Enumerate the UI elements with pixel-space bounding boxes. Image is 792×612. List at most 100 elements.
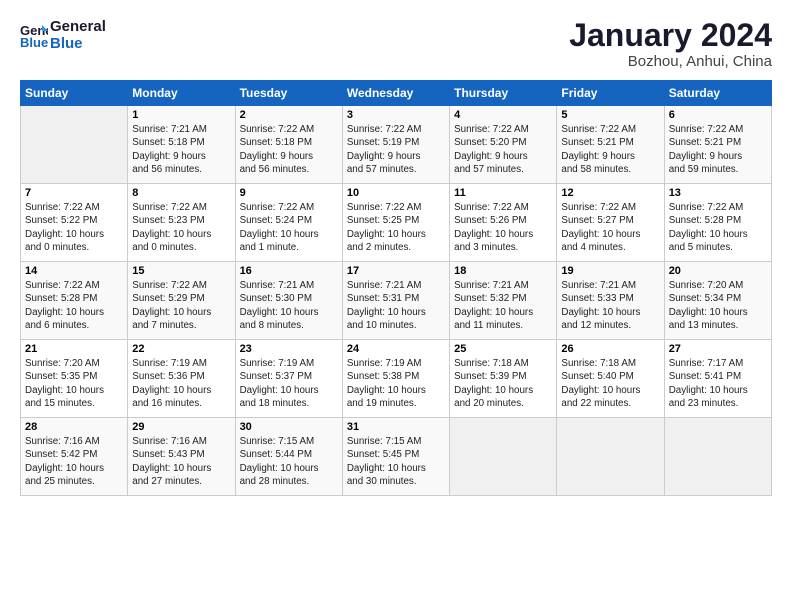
subtitle: Bozhou, Anhui, China	[569, 53, 772, 70]
calendar-cell: 7 Sunrise: 7:22 AMSunset: 5:22 PMDaylight…	[21, 184, 128, 262]
calendar-cell: 2 Sunrise: 7:22 AMSunset: 5:18 PMDaylight…	[235, 106, 342, 184]
calendar-cell	[664, 418, 771, 496]
weekday-header-tuesday: Tuesday	[235, 81, 342, 106]
calendar-cell: 31 Sunrise: 7:15 AMSunset: 5:45 PMDayligh…	[342, 418, 449, 496]
day-number: 13	[669, 187, 767, 199]
calendar-week-row: 28 Sunrise: 7:16 AMSunset: 5:42 PMDayligh…	[21, 418, 772, 496]
logo-line1: General	[50, 18, 106, 35]
day-info: Sunrise: 7:22 AMSunset: 5:22 PMDaylight:…	[25, 201, 123, 254]
day-number: 2	[240, 109, 338, 121]
day-number: 3	[347, 109, 445, 121]
day-number: 26	[561, 343, 659, 355]
day-info: Sunrise: 7:22 AMSunset: 5:29 PMDaylight:…	[132, 279, 230, 332]
day-number: 7	[25, 187, 123, 199]
day-info: Sunrise: 7:22 AMSunset: 5:28 PMDaylight:…	[25, 279, 123, 332]
calendar-cell: 27Sunrise: 7:17 AMSunset: 5:41 PMDayligh…	[664, 340, 771, 418]
day-number: 18	[454, 265, 552, 277]
day-number: 21	[25, 343, 123, 355]
day-number: 28	[25, 421, 123, 433]
calendar-cell: 9 Sunrise: 7:22 AMSunset: 5:24 PMDaylight…	[235, 184, 342, 262]
calendar-cell: 20 Sunrise: 7:20 AMSunset: 5:34 PMDayligh…	[664, 262, 771, 340]
day-info: Sunrise: 7:22 AMSunset: 5:26 PMDaylight:…	[454, 201, 552, 254]
day-number: 10	[347, 187, 445, 199]
day-number: 22	[132, 343, 230, 355]
day-number: 1	[132, 109, 230, 121]
calendar-cell	[450, 418, 557, 496]
day-info: Sunrise: 7:22 AMSunset: 5:24 PMDaylight:…	[240, 201, 338, 254]
title-block: January 2024 Bozhou, Anhui, China	[569, 18, 772, 70]
logo-line2: Blue	[50, 35, 106, 52]
calendar-week-row: 1 Sunrise: 7:21 AMSunset: 5:18 PMDaylight…	[21, 106, 772, 184]
calendar-cell	[21, 106, 128, 184]
calendar-cell: 1 Sunrise: 7:21 AMSunset: 5:18 PMDaylight…	[128, 106, 235, 184]
day-number: 14	[25, 265, 123, 277]
weekday-header-sunday: Sunday	[21, 81, 128, 106]
day-info: Sunrise: 7:15 AMSunset: 5:45 PMDaylight:…	[347, 435, 445, 488]
day-number: 20	[669, 265, 767, 277]
day-info: Sunrise: 7:16 AMSunset: 5:43 PMDaylight:…	[132, 435, 230, 488]
day-number: 24	[347, 343, 445, 355]
day-info: Sunrise: 7:22 AMSunset: 5:18 PMDaylight:…	[240, 123, 338, 176]
logo: General Blue General Blue	[20, 18, 106, 53]
day-info: Sunrise: 7:19 AMSunset: 5:37 PMDaylight:…	[240, 357, 338, 410]
day-number: 6	[669, 109, 767, 121]
day-info: Sunrise: 7:21 AMSunset: 5:31 PMDaylight:…	[347, 279, 445, 332]
day-number: 12	[561, 187, 659, 199]
calendar-cell: 6Sunrise: 7:22 AMSunset: 5:21 PMDaylight…	[664, 106, 771, 184]
day-info: Sunrise: 7:21 AMSunset: 5:32 PMDaylight:…	[454, 279, 552, 332]
day-number: 23	[240, 343, 338, 355]
day-info: Sunrise: 7:22 AMSunset: 5:25 PMDaylight:…	[347, 201, 445, 254]
main-title: January 2024	[569, 18, 772, 53]
calendar-week-row: 7 Sunrise: 7:22 AMSunset: 5:22 PMDaylight…	[21, 184, 772, 262]
calendar-cell: 4Sunrise: 7:22 AMSunset: 5:20 PMDaylight…	[450, 106, 557, 184]
calendar-cell	[557, 418, 664, 496]
day-info: Sunrise: 7:20 AMSunset: 5:34 PMDaylight:…	[669, 279, 767, 332]
day-number: 27	[669, 343, 767, 355]
weekday-header-row: SundayMondayTuesdayWednesdayThursdayFrid…	[21, 81, 772, 106]
day-info: Sunrise: 7:22 AMSunset: 5:19 PMDaylight:…	[347, 123, 445, 176]
day-info: Sunrise: 7:22 AMSunset: 5:28 PMDaylight:…	[669, 201, 767, 254]
calendar-cell: 28 Sunrise: 7:16 AMSunset: 5:42 PMDayligh…	[21, 418, 128, 496]
day-info: Sunrise: 7:15 AMSunset: 5:44 PMDaylight:…	[240, 435, 338, 488]
calendar-cell: 10 Sunrise: 7:22 AMSunset: 5:25 PMDayligh…	[342, 184, 449, 262]
calendar-cell: 16 Sunrise: 7:21 AMSunset: 5:30 PMDayligh…	[235, 262, 342, 340]
weekday-header-thursday: Thursday	[450, 81, 557, 106]
day-number: 11	[454, 187, 552, 199]
day-number: 5	[561, 109, 659, 121]
calendar-week-row: 14 Sunrise: 7:22 AMSunset: 5:28 PMDayligh…	[21, 262, 772, 340]
day-number: 31	[347, 421, 445, 433]
page: General Blue General Blue January 2024 B…	[0, 0, 792, 612]
header: General Blue General Blue January 2024 B…	[20, 18, 772, 70]
day-number: 30	[240, 421, 338, 433]
day-number: 25	[454, 343, 552, 355]
calendar-cell: 26 Sunrise: 7:18 AMSunset: 5:40 PMDayligh…	[557, 340, 664, 418]
day-number: 19	[561, 265, 659, 277]
calendar-week-row: 21 Sunrise: 7:20 AMSunset: 5:35 PMDayligh…	[21, 340, 772, 418]
day-info: Sunrise: 7:16 AMSunset: 5:42 PMDaylight:…	[25, 435, 123, 488]
day-info: Sunrise: 7:22 AMSunset: 5:21 PMDaylight:…	[561, 123, 659, 176]
day-info: Sunrise: 7:22 AMSunset: 5:20 PMDaylight:…	[454, 123, 552, 176]
calendar-cell: 25Sunrise: 7:18 AMSunset: 5:39 PMDayligh…	[450, 340, 557, 418]
calendar-cell: 15 Sunrise: 7:22 AMSunset: 5:29 PMDayligh…	[128, 262, 235, 340]
day-info: Sunrise: 7:20 AMSunset: 5:35 PMDaylight:…	[25, 357, 123, 410]
calendar-table: SundayMondayTuesdayWednesdayThursdayFrid…	[20, 80, 772, 496]
calendar-cell: 12 Sunrise: 7:22 AMSunset: 5:27 PMDayligh…	[557, 184, 664, 262]
calendar-cell: 17Sunrise: 7:21 AMSunset: 5:31 PMDayligh…	[342, 262, 449, 340]
weekday-header-friday: Friday	[557, 81, 664, 106]
day-info: Sunrise: 7:19 AMSunset: 5:38 PMDaylight:…	[347, 357, 445, 410]
day-info: Sunrise: 7:21 AMSunset: 5:18 PMDaylight:…	[132, 123, 230, 176]
day-info: Sunrise: 7:22 AMSunset: 5:27 PMDaylight:…	[561, 201, 659, 254]
day-info: Sunrise: 7:21 AMSunset: 5:30 PMDaylight:…	[240, 279, 338, 332]
day-number: 16	[240, 265, 338, 277]
day-info: Sunrise: 7:21 AMSunset: 5:33 PMDaylight:…	[561, 279, 659, 332]
calendar-cell: 8Sunrise: 7:22 AMSunset: 5:23 PMDaylight…	[128, 184, 235, 262]
day-info: Sunrise: 7:18 AMSunset: 5:40 PMDaylight:…	[561, 357, 659, 410]
calendar-cell: 14 Sunrise: 7:22 AMSunset: 5:28 PMDayligh…	[21, 262, 128, 340]
day-number: 29	[132, 421, 230, 433]
calendar-cell: 5 Sunrise: 7:22 AMSunset: 5:21 PMDaylight…	[557, 106, 664, 184]
calendar-cell: 30 Sunrise: 7:15 AMSunset: 5:44 PMDayligh…	[235, 418, 342, 496]
weekday-header-monday: Monday	[128, 81, 235, 106]
day-number: 9	[240, 187, 338, 199]
weekday-header-wednesday: Wednesday	[342, 81, 449, 106]
day-number: 15	[132, 265, 230, 277]
